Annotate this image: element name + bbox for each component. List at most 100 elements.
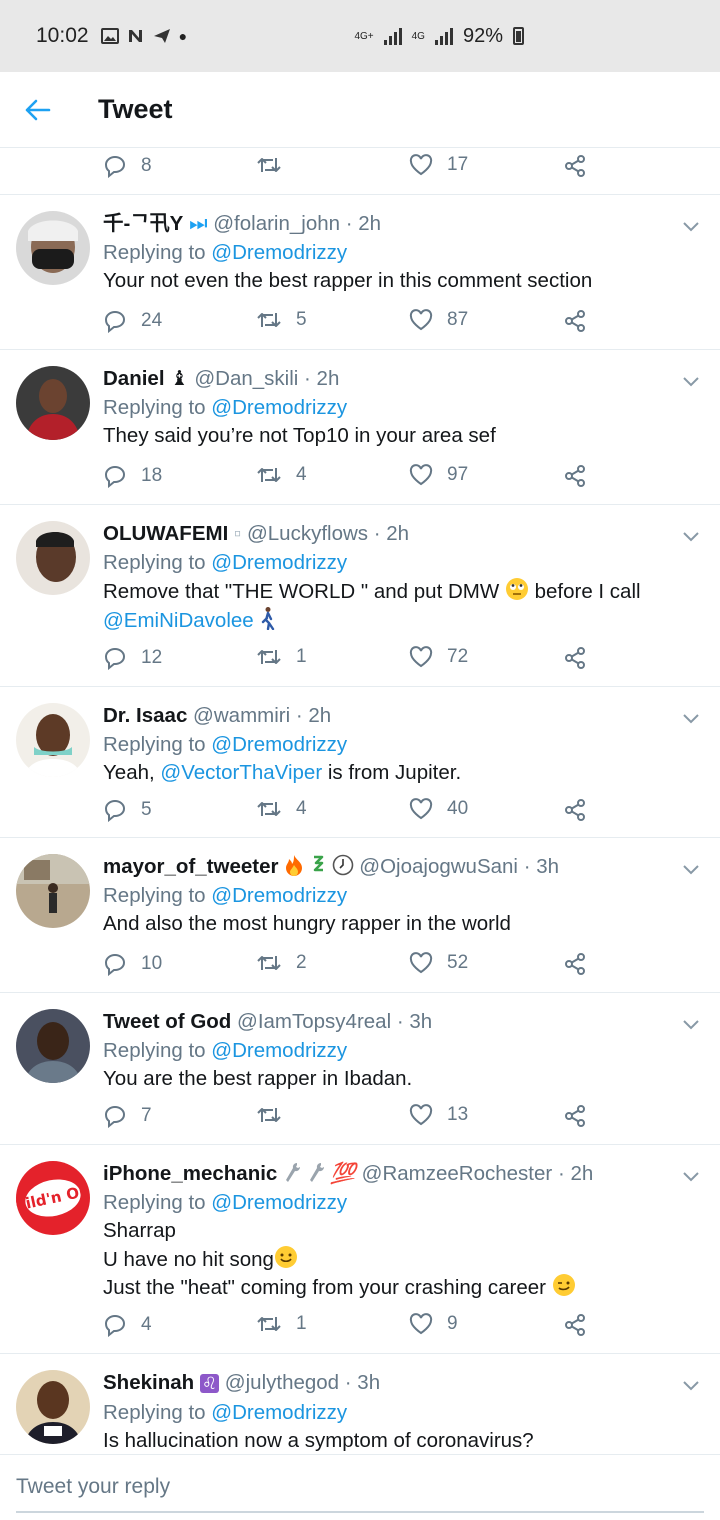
share-button[interactable] (563, 1104, 587, 1128)
retweet-button[interactable] (256, 1104, 296, 1126)
retweet-button[interactable]: 4 (256, 464, 307, 486)
tweet-item[interactable]: Tweet of God @IamTopsy4real · 3h Replyin… (0, 993, 720, 1145)
chevron-down-icon[interactable] (682, 864, 700, 876)
author-name[interactable]: Dr. Isaac (103, 704, 187, 727)
share-button[interactable] (563, 154, 587, 178)
replies-feed[interactable]: 8 17 千-ᄀ卂Y ⏭ @folarin_john · 2h Replying… (0, 148, 720, 1454)
author-name[interactable]: OLUWAFEMI (103, 522, 228, 545)
reply-button[interactable]: 4 (103, 1313, 152, 1337)
reply-count: 4 (141, 1314, 152, 1335)
avatar[interactable] (16, 211, 90, 285)
replying-to-link[interactable]: @Dremodrizzy (211, 884, 347, 907)
like-button[interactable]: 17 (409, 154, 468, 176)
retweet-button[interactable]: 2 (256, 952, 307, 974)
tweet-item[interactable]: Daniel ♝ @Dan_skili · 2h Replying to @Dr… (0, 350, 720, 505)
reply-icon (104, 647, 126, 670)
like-button[interactable]: 52 (409, 952, 468, 974)
share-button[interactable] (563, 309, 587, 333)
reply-count: 8 (141, 155, 152, 176)
back-button[interactable] (0, 72, 76, 148)
reply-button[interactable]: 18 (103, 464, 162, 488)
status-notification-icons: ● (100, 28, 187, 44)
avatar[interactable] (16, 1009, 90, 1083)
retweet-icon (257, 313, 281, 327)
author-name[interactable]: Tweet of God (103, 1010, 231, 1033)
tweet-item[interactable]: Dr. Isaac @wammiri · 2h Replying to @Dre… (0, 687, 720, 838)
retweet-button[interactable]: 1 (256, 646, 307, 668)
mention-link[interactable]: @VectorThaViper (160, 761, 322, 784)
replying-to-link[interactable]: @Dremodrizzy (211, 1039, 347, 1062)
replying-to-link[interactable]: @Dremodrizzy (211, 1191, 347, 1214)
retweet-button[interactable] (256, 154, 296, 176)
chevron-down-icon[interactable] (682, 1380, 700, 1392)
tweet-item[interactable]: 千-ᄀ卂Y ⏭ @folarin_john · 2h Replying to @… (0, 195, 720, 350)
reply-button[interactable]: 12 (103, 646, 162, 670)
author-name[interactable]: 千-ᄀ卂Y (103, 212, 183, 235)
author-handle[interactable]: @RamzeeRochester (362, 1162, 553, 1185)
n-notification-icon (128, 30, 142, 42)
chevron-down-icon[interactable] (682, 221, 700, 233)
retweet-button[interactable]: 1 (256, 1313, 307, 1335)
signal-icon (383, 27, 402, 45)
tweet-item[interactable]: mayor_of_tweeter @OjoajogwuSani · 3h Rep… (0, 838, 720, 993)
avatar[interactable] (16, 703, 90, 777)
reply-button[interactable]: 24 (103, 309, 162, 333)
like-button[interactable]: 9 (409, 1313, 458, 1335)
reply-button[interactable]: 5 (103, 798, 152, 822)
avatar[interactable] (16, 366, 90, 440)
chevron-down-icon[interactable] (682, 531, 700, 543)
reply-input[interactable]: Tweet your reply (16, 1475, 170, 1499)
reply-count: 7 (141, 1105, 152, 1126)
reply-button[interactable]: 10 (103, 952, 162, 976)
author-handle[interactable]: @wammiri (193, 704, 290, 727)
reply-button[interactable]: 8 (103, 154, 152, 178)
reply-icon (104, 799, 126, 822)
replying-to-link[interactable]: @Dremodrizzy (211, 551, 347, 574)
author-handle[interactable]: @julythegod (225, 1371, 339, 1394)
mention-link[interactable]: @EmiNiDavolee (103, 609, 254, 632)
replying-to-link[interactable]: @Dremodrizzy (211, 241, 347, 264)
like-button[interactable]: 87 (409, 309, 468, 331)
like-button[interactable]: 72 (409, 646, 468, 668)
chevron-down-icon[interactable] (682, 376, 700, 388)
reply-count: 24 (141, 310, 163, 331)
replying-to-link[interactable]: @Dremodrizzy (211, 396, 347, 419)
author-name[interactable]: Daniel (103, 367, 165, 390)
author-name[interactable]: mayor_of_tweeter (103, 855, 278, 878)
chevron-down-icon[interactable] (682, 1019, 700, 1031)
chevron-down-icon[interactable] (682, 713, 700, 725)
author-handle[interactable]: @OjoajogwuSani (359, 855, 518, 878)
replying-to-link[interactable]: @Dremodrizzy (211, 1401, 347, 1424)
retweet-button[interactable]: 5 (256, 309, 307, 331)
replying-to-link[interactable]: @Dremodrizzy (211, 733, 347, 756)
share-button[interactable] (563, 646, 587, 670)
share-button[interactable] (563, 1313, 587, 1337)
avatar[interactable]: Wild'n Out (16, 1161, 90, 1235)
retweet-count: 4 (296, 464, 307, 485)
tweet-text-line: Sharrap (103, 1219, 176, 1242)
retweet-icon (257, 468, 281, 482)
share-button[interactable] (563, 464, 587, 488)
retweet-button[interactable]: 4 (256, 798, 307, 820)
avatar[interactable] (16, 854, 90, 928)
author-handle[interactable]: @folarin_john (213, 212, 340, 235)
chevron-down-icon[interactable] (682, 1171, 700, 1183)
retweet-count: 2 (296, 952, 307, 973)
avatar[interactable] (16, 1370, 90, 1444)
author-handle[interactable]: @Dan_skili (194, 367, 298, 390)
tweet-item[interactable]: Shekinah ♌ @julythegod · 3h Replying to … (0, 1354, 720, 1454)
share-button[interactable] (563, 798, 587, 822)
avatar[interactable] (16, 521, 90, 595)
reply-button[interactable]: 7 (103, 1104, 152, 1128)
like-button[interactable]: 40 (409, 798, 468, 820)
like-button[interactable]: 13 (409, 1104, 468, 1126)
author-handle[interactable]: @Luckyflows (247, 522, 368, 545)
author-name[interactable]: iPhone_mechanic (103, 1162, 277, 1185)
tweet-item[interactable]: OLUWAFEMI ▫ @Luckyflows · 2h Replying to… (0, 505, 720, 687)
author-handle[interactable]: @IamTopsy4real (237, 1010, 391, 1033)
author-name[interactable]: Shekinah (103, 1371, 194, 1394)
tweet-item[interactable]: Wild'n Out iPhone_mechanic 💯 @RamzeeRoch… (0, 1145, 720, 1354)
share-button[interactable] (563, 952, 587, 976)
retweet-icon (257, 1317, 281, 1331)
like-button[interactable]: 97 (409, 464, 468, 486)
